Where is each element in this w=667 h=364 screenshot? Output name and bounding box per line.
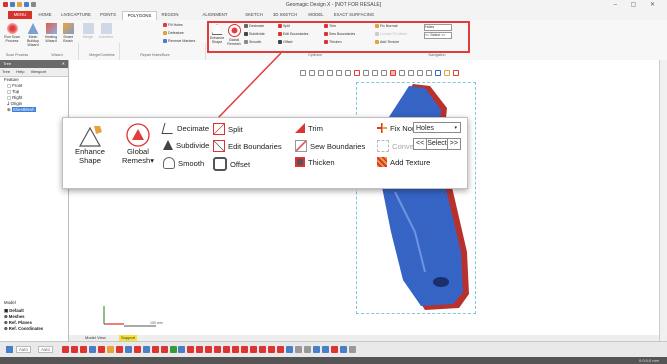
subdivide-button[interactable]: Subdivide (163, 140, 209, 150)
trim-icon (295, 123, 305, 133)
thicken-button[interactable]: Thicken (295, 157, 335, 167)
auto-select-field[interactable]: Auto (16, 346, 31, 353)
filter-icon[interactable] (143, 346, 150, 353)
auto-filter-field[interactable]: Auto (38, 346, 53, 353)
filter-icon[interactable] (71, 346, 78, 353)
status-readout: 0:0:0:0 mm (638, 358, 659, 363)
axis-triad (103, 306, 156, 327)
add-texture-icon (377, 157, 387, 167)
chevron-down-icon: ▾ (454, 125, 457, 131)
offset-button[interactable]: Offset (213, 157, 250, 171)
select-next-button[interactable]: >> (448, 139, 460, 149)
mode-icon[interactable] (232, 346, 239, 353)
status-icon (6, 346, 13, 353)
mode-icon[interactable] (205, 346, 212, 353)
filter-icon[interactable] (80, 346, 87, 353)
mode-icon[interactable] (349, 346, 356, 353)
mode-icon[interactable] (268, 346, 275, 353)
decimate-button[interactable]: Decimate (161, 123, 209, 134)
mode-icon[interactable] (178, 346, 185, 353)
filter-icon[interactable] (125, 346, 132, 353)
mode-icon[interactable] (196, 346, 203, 353)
filter-icon[interactable] (152, 346, 159, 353)
fix-normal-icon (377, 123, 387, 133)
convert-to-mesh-icon (377, 140, 389, 152)
trim-button[interactable]: Trim (295, 123, 323, 133)
enhance-shape-button[interactable]: Enhance Shape (67, 124, 113, 165)
filter-icon[interactable] (89, 346, 96, 353)
edit-boundaries-button[interactable]: Edit Boundaries (213, 140, 282, 152)
split-icon (213, 123, 225, 135)
filter-icon[interactable] (134, 346, 141, 353)
mode-icon[interactable] (286, 346, 293, 353)
mode-icon[interactable] (187, 346, 194, 353)
enhance-shape-icon (78, 126, 102, 147)
mode-icon[interactable] (304, 346, 311, 353)
mode-icon[interactable] (250, 346, 257, 353)
mode-icon[interactable] (340, 346, 347, 353)
mode-icon[interactable] (214, 346, 221, 353)
scale-label: 100 mm (150, 321, 163, 325)
select-prev-button[interactable]: << (414, 139, 428, 149)
add-texture-button[interactable]: Add Texture (377, 157, 430, 167)
edit-boundaries-icon (213, 140, 225, 152)
mode-icon[interactable] (331, 346, 338, 353)
mode-icon[interactable] (313, 346, 320, 353)
vertical-scrollbar[interactable] (659, 60, 667, 341)
filter-icon[interactable] (62, 346, 69, 353)
select-button[interactable]: Select (427, 139, 448, 149)
filter-icon[interactable] (161, 346, 168, 353)
thicken-icon (295, 157, 305, 167)
mode-icon[interactable] (295, 346, 302, 353)
status-bar: Auto Auto (0, 341, 667, 358)
smooth-button[interactable]: Smooth (163, 157, 204, 169)
chevron-down-icon: ▾ (150, 155, 155, 165)
decimate-icon (161, 123, 176, 134)
mode-icon[interactable] (322, 346, 329, 353)
mode-icon[interactable] (259, 346, 266, 353)
taskbar: 0:0:0:0 mm (0, 357, 667, 364)
selection-mode-toolbar (178, 346, 356, 353)
mode-icon[interactable] (277, 346, 284, 353)
filter-icon[interactable] (170, 346, 177, 353)
sew-boundaries-icon (295, 140, 307, 152)
subdivide-icon (163, 140, 173, 150)
filter-icon[interactable] (107, 346, 114, 353)
filter-icon[interactable] (98, 346, 105, 353)
offset-icon (213, 157, 227, 171)
split-button[interactable]: Split (213, 123, 243, 135)
zoomed-ribbon-callout: Enhance Shape Global Remesh▾ Decimate Su… (62, 117, 468, 189)
sew-boundaries-button[interactable]: Sew Boundaries (295, 140, 365, 152)
filter-icon[interactable] (116, 346, 123, 353)
smooth-icon (163, 157, 175, 169)
mode-icon[interactable] (241, 346, 248, 353)
select-navigation: << Select >> (413, 138, 461, 150)
selection-filter-toolbar (62, 346, 177, 353)
global-remesh-button[interactable]: Global Remesh▾ (115, 122, 161, 165)
mode-icon[interactable] (223, 346, 230, 353)
holes-dropdown[interactable]: Holes ▾ (413, 122, 461, 133)
global-remesh-icon (126, 123, 150, 147)
